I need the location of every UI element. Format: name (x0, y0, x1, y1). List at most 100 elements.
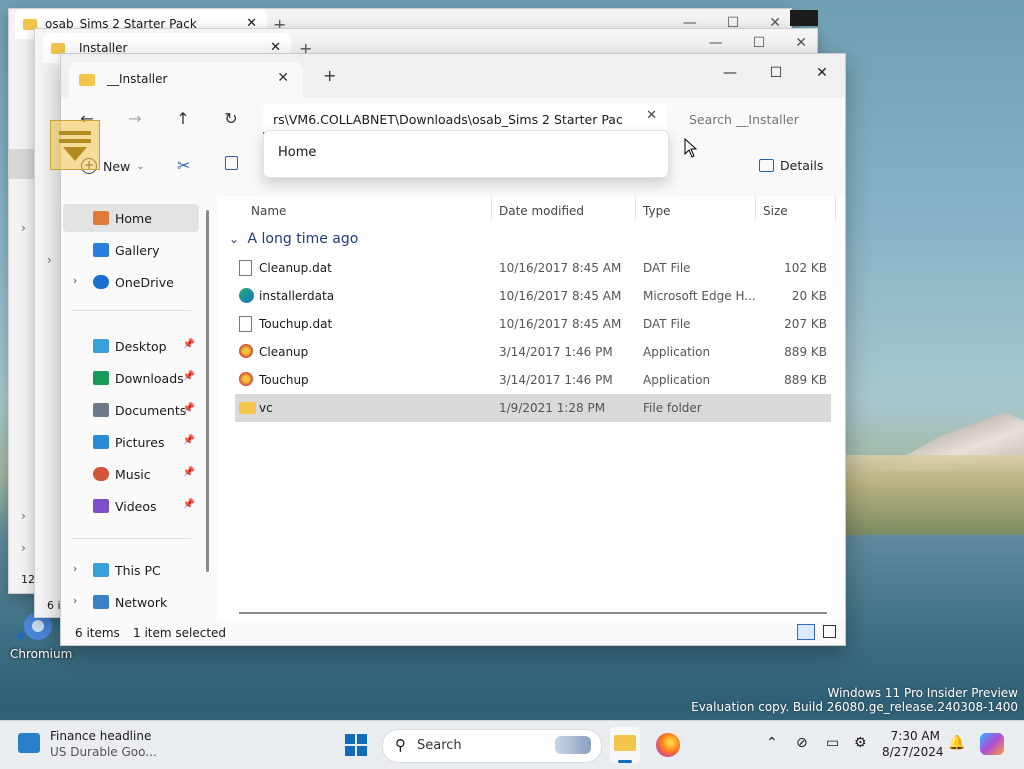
display-icon[interactable]: ▭ (826, 735, 839, 751)
file-type: Microsoft Edge H... (643, 289, 756, 303)
new-tab-button[interactable]: + (323, 66, 336, 85)
file-type: Application (643, 345, 711, 359)
app-icon (239, 344, 253, 358)
cut-button[interactable]: ✂ (177, 156, 190, 175)
file-size: 889 KB (784, 373, 827, 387)
clear-address-icon[interactable]: ✕ (646, 108, 657, 123)
column-header-date[interactable]: Date modified (499, 204, 584, 218)
item-count: 6 items (75, 626, 120, 640)
sidebar-item-videos[interactable]: Videos 📌 (63, 492, 199, 520)
chevron-right-icon[interactable]: › (21, 509, 26, 523)
pin-icon[interactable]: 📌 (183, 499, 195, 510)
widget-title[interactable]: Finance headline (50, 729, 151, 743)
column-divider[interactable] (635, 196, 636, 220)
minimize-button[interactable]: — (707, 58, 753, 88)
table-row[interactable]: Cleanup 3/14/2017 1:46 PM Application 88… (235, 338, 831, 366)
chevron-right-icon[interactable]: › (47, 253, 52, 267)
column-header-name[interactable]: Name (251, 204, 286, 218)
pin-icon[interactable]: 📌 (183, 403, 195, 414)
group-header[interactable]: ⌄ A long time ago (229, 231, 358, 247)
chevron-right-icon[interactable]: › (73, 594, 77, 607)
watermark-line-1: Windows 11 Pro Insider Preview (827, 686, 1018, 700)
suggestion-home[interactable]: Home (278, 145, 316, 160)
table-row[interactable]: Touchup 3/14/2017 1:46 PM Application 88… (235, 366, 831, 394)
title-bar[interactable]: __Installer ✕ + — ☐ ✕ (61, 54, 845, 98)
column-header-type[interactable]: Type (643, 204, 671, 218)
clock[interactable]: 7:30 AM 8/27/2024 (882, 729, 944, 759)
refresh-button[interactable]: ↻ (217, 106, 245, 130)
maximize-button[interactable]: ☐ (753, 58, 799, 88)
chevron-right-icon[interactable]: › (21, 541, 26, 555)
search-highlight-icon (555, 736, 591, 754)
widgets-chart-icon[interactable] (18, 733, 40, 753)
notification-bell-icon[interactable]: 🔔 (948, 735, 965, 751)
copilot-icon[interactable] (980, 733, 1004, 755)
sidebar-item-desktop[interactable]: Desktop 📌 (63, 332, 199, 360)
up-button[interactable]: ↑ (169, 106, 197, 130)
widget-subtitle[interactable]: US Durable Goo... (50, 745, 157, 759)
close-icon[interactable]: ✕ (795, 35, 807, 51)
network-offline-icon[interactable]: ⊘ (796, 735, 808, 751)
tiles-view-icon[interactable] (823, 625, 836, 638)
file-type: File folder (643, 401, 702, 415)
sidebar-item-documents[interactable]: Documents 📌 (63, 396, 199, 424)
close-window-button[interactable]: ✕ (799, 58, 845, 88)
file-date: 3/14/2017 1:46 PM (499, 373, 613, 387)
file-explorer-window[interactable]: __Installer ✕ + — ☐ ✕ ← → ↑ ↻ ✕ Home + N… (60, 53, 846, 646)
file-type: DAT File (643, 317, 691, 331)
sidebar-item-downloads[interactable]: Downloads 📌 (63, 364, 199, 392)
pin-icon[interactable]: 📌 (183, 435, 195, 446)
firefox-icon[interactable] (656, 733, 680, 757)
close-tab-icon[interactable]: ✕ (277, 70, 289, 86)
download-icon (93, 371, 109, 385)
file-name: installerdata (259, 289, 335, 303)
table-row[interactable]: Cleanup.dat 10/16/2017 8:45 AM DAT File … (235, 254, 831, 282)
search-input[interactable] (687, 108, 831, 130)
chevron-right-icon[interactable]: › (21, 221, 26, 235)
file-date: 10/16/2017 8:45 AM (499, 317, 622, 331)
sidebar-item-gallery[interactable]: Gallery (63, 236, 199, 264)
sidebar-item-music[interactable]: Music 📌 (63, 460, 199, 488)
chevron-down-icon[interactable]: ⌄ (229, 232, 239, 246)
pin-icon[interactable]: 📌 (183, 371, 195, 382)
table-row[interactable]: Touchup.dat 10/16/2017 8:45 AM DAT File … (235, 310, 831, 338)
chevron-right-icon[interactable]: › (73, 274, 77, 287)
file-explorer-taskbar-button[interactable] (610, 727, 640, 763)
nav-pane-scrollbar[interactable] (206, 210, 209, 572)
chromium-label[interactable]: Chromium (10, 647, 72, 661)
maximize-icon[interactable]: ☐ (753, 35, 766, 51)
table-row[interactable]: installerdata 10/16/2017 8:45 AM Microso… (235, 282, 831, 310)
file-date: 10/16/2017 8:45 AM (499, 261, 622, 275)
pin-icon[interactable]: 📌 (183, 339, 195, 350)
start-button[interactable] (344, 733, 368, 757)
chevron-right-icon[interactable]: › (73, 562, 77, 575)
forward-button[interactable]: → (121, 106, 149, 130)
sidebar-item-home[interactable]: Home (63, 204, 199, 232)
column-header-size[interactable]: Size (763, 204, 788, 218)
sidebar-item-network[interactable]: › Network (63, 588, 199, 616)
taskbar-search[interactable]: ⚲ Search (382, 729, 602, 763)
sidebar-item-this-pc[interactable]: › This PC (63, 556, 199, 584)
bg2-window-controls: — ☐ ✕ (709, 35, 807, 51)
table-row-selected[interactable]: vc 1/9/2021 1:28 PM File folder (235, 394, 831, 422)
pictures-icon (93, 435, 109, 449)
minimize-icon[interactable]: — (709, 35, 723, 51)
search-box[interactable] (679, 104, 839, 132)
chevron-up-icon[interactable]: ⌃ (766, 735, 778, 751)
sidebar-item-label: Documents (115, 402, 187, 418)
sidebar-item-onedrive[interactable]: › OneDrive (63, 268, 199, 296)
column-divider[interactable] (755, 196, 756, 220)
selection-count: 1 item selected (133, 626, 227, 640)
sidebar-item-pictures[interactable]: Pictures 📌 (63, 428, 199, 456)
active-tab[interactable]: __Installer ✕ (69, 62, 303, 98)
settings-icon[interactable]: ⚙ (854, 735, 867, 751)
column-divider[interactable] (491, 196, 492, 220)
details-button[interactable]: Details (759, 158, 823, 173)
copy-button[interactable] (225, 156, 238, 170)
column-divider[interactable] (835, 196, 836, 220)
address-input[interactable] (271, 108, 625, 130)
pin-icon[interactable]: 📌 (183, 467, 195, 478)
details-view-icon[interactable] (797, 624, 815, 640)
horizontal-scrollbar[interactable] (239, 612, 827, 614)
address-suggestions: Home (263, 130, 669, 178)
